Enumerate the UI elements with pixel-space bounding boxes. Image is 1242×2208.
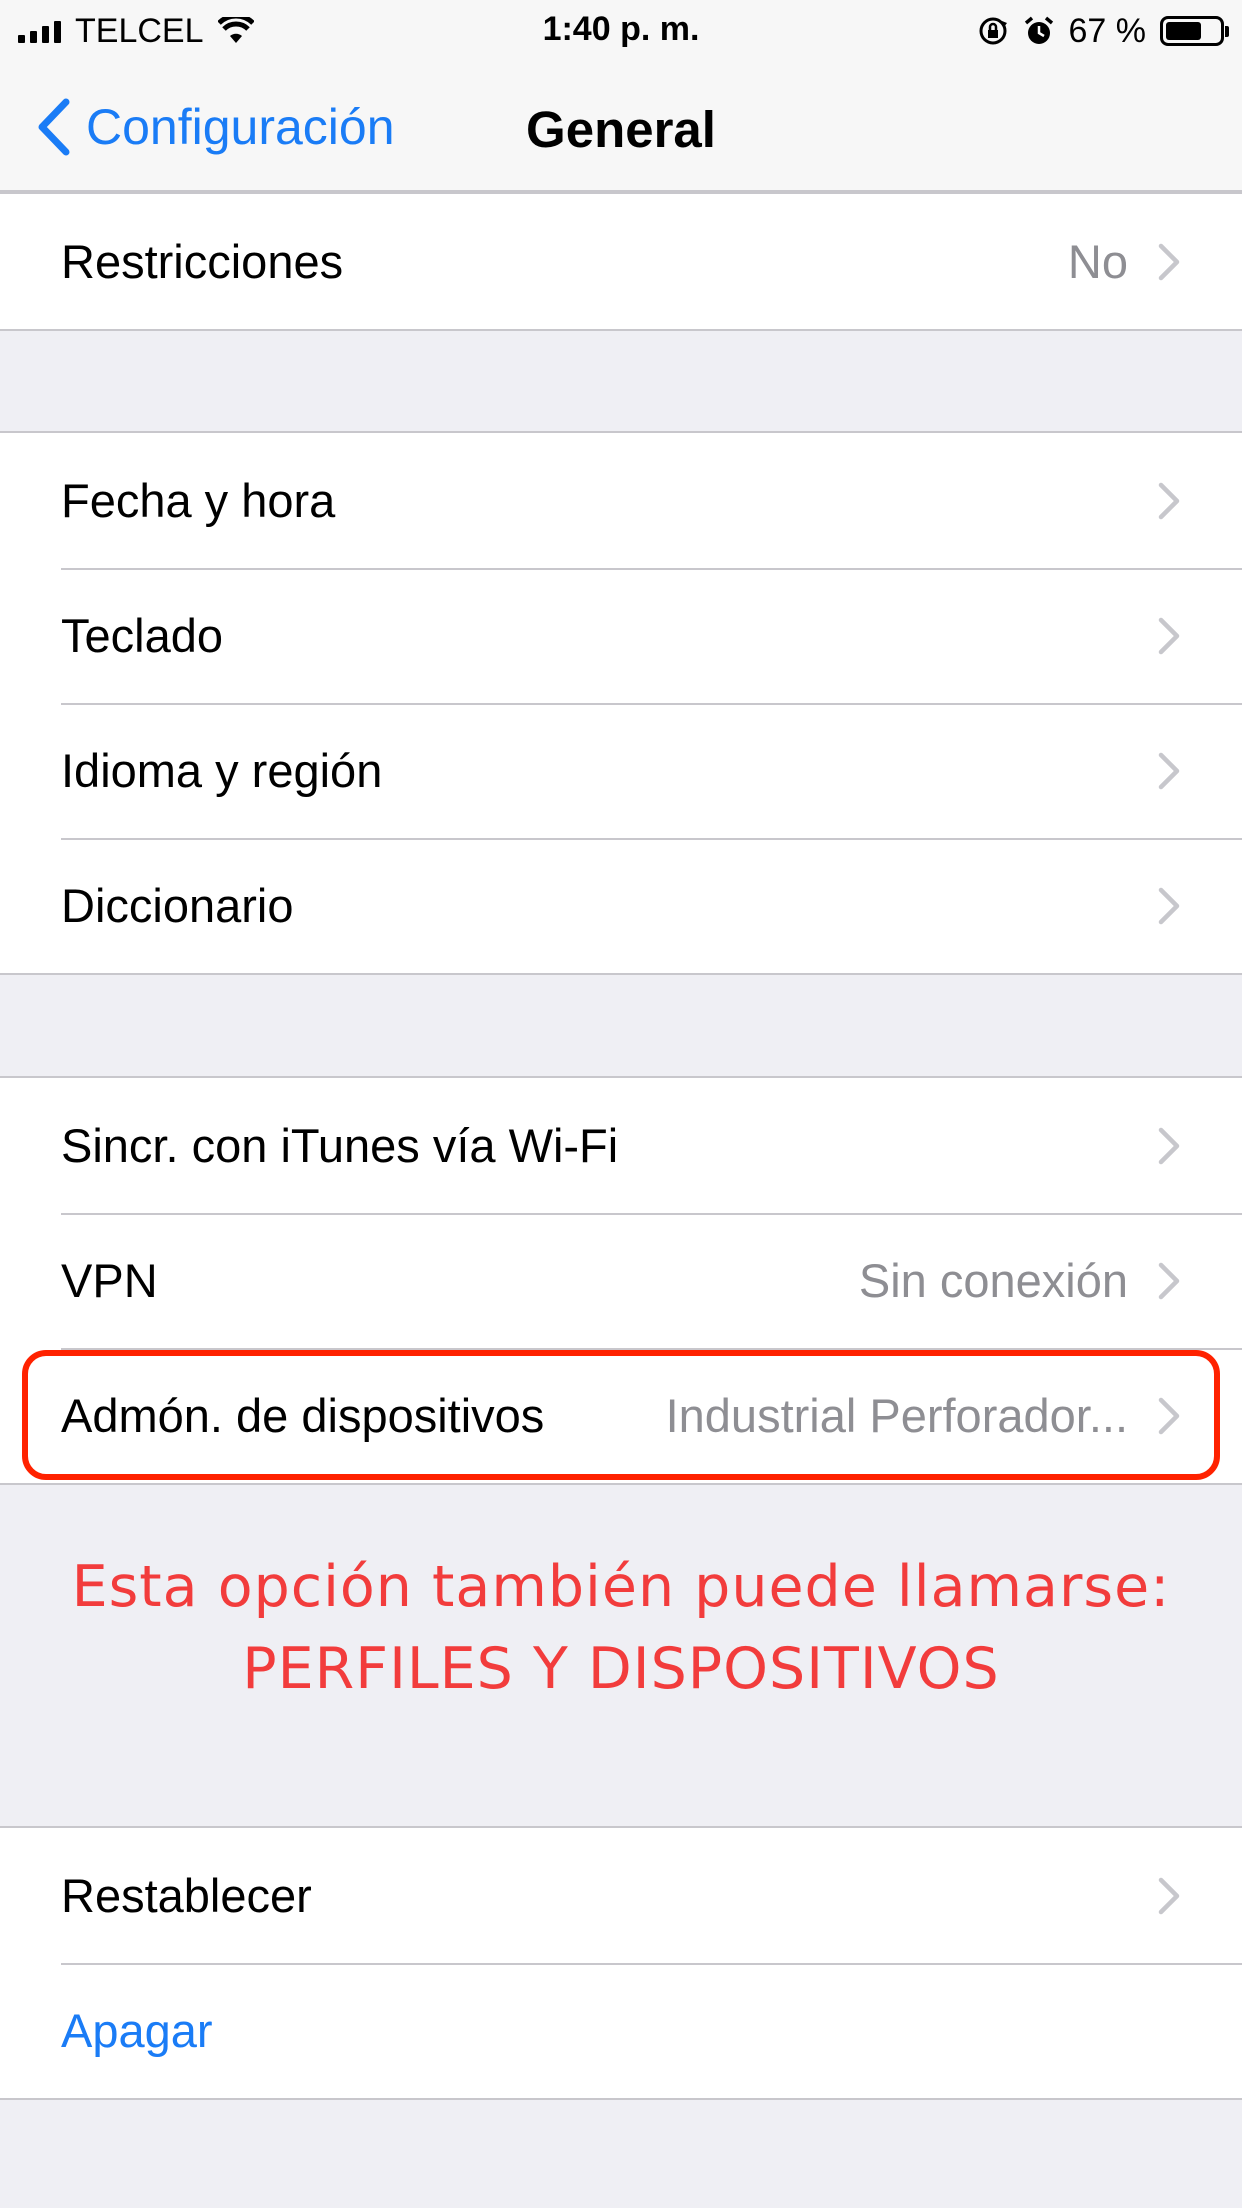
annotation-line-2: PERFILES Y DISPOSITIVOS — [242, 1636, 1000, 1702]
row-vpn[interactable]: VPN Sin conexión — [0, 1213, 1242, 1348]
navigation-bar: Configuración General — [0, 60, 1242, 192]
row-value: Sin conexión — [858, 1254, 1128, 1307]
battery-icon — [1160, 16, 1229, 46]
row-label: Idioma y región — [61, 744, 383, 797]
row-label: Fecha y hora — [61, 474, 336, 527]
row-teclado[interactable]: Teclado — [0, 568, 1242, 703]
row-sincr-itunes-wifi[interactable]: Sincr. con iTunes vía Wi-Fi — [0, 1078, 1242, 1213]
chevron-right-icon — [1158, 1262, 1180, 1299]
orientation-lock-icon — [979, 17, 1007, 45]
chevron-right-icon — [1158, 243, 1180, 280]
status-right: 67 % — [977, 10, 1229, 52]
row-label: Teclado — [61, 609, 223, 662]
chevron-right-icon — [1158, 482, 1180, 519]
status-bar: TELCEL 1:40 p. m. 67 % — [0, 0, 1242, 60]
row-idioma-y-region[interactable]: Idioma y región — [0, 703, 1242, 838]
highlight-box — [22, 1350, 1220, 1480]
row-label: Sincr. con iTunes vía Wi-Fi — [61, 1119, 619, 1172]
battery-fill — [1166, 22, 1201, 40]
apagar-button-label: Apagar — [61, 2004, 213, 2057]
row-diccionario[interactable]: Diccionario — [0, 838, 1242, 973]
chevron-right-icon — [1158, 887, 1180, 924]
chevron-right-icon — [1158, 1877, 1180, 1914]
page-title: General — [526, 101, 716, 158]
annotation-line-1: Esta opción también puede llamarse: — [71, 1554, 1171, 1620]
annotation-text: Esta opción también puede llamarse: PERF… — [0, 1546, 1242, 1710]
row-apagar[interactable]: Apagar — [0, 1963, 1242, 2098]
battery-percent: 67 % — [1068, 11, 1147, 50]
chevron-right-icon — [1158, 1127, 1180, 1164]
row-label: Restablecer — [61, 1869, 312, 1922]
row-label: VPN — [61, 1254, 158, 1307]
row-restricciones[interactable]: Restricciones No — [0, 194, 1242, 329]
row-label: Diccionario — [61, 879, 294, 932]
settings-group-reset: Restablecer Apagar — [0, 1826, 1242, 2100]
settings-group-restrictions: Restricciones No — [0, 192, 1242, 331]
chevron-right-icon — [1158, 617, 1180, 654]
row-label: Restricciones — [61, 235, 344, 288]
chevron-right-icon — [1158, 752, 1180, 789]
row-value: No — [1067, 235, 1128, 288]
row-fecha-y-hora[interactable]: Fecha y hora — [0, 433, 1242, 568]
settings-group-locale: Fecha y hora Teclado Idioma y región Dic… — [0, 431, 1242, 975]
row-restablecer[interactable]: Restablecer — [0, 1828, 1242, 1963]
alarm-icon — [1024, 16, 1053, 44]
